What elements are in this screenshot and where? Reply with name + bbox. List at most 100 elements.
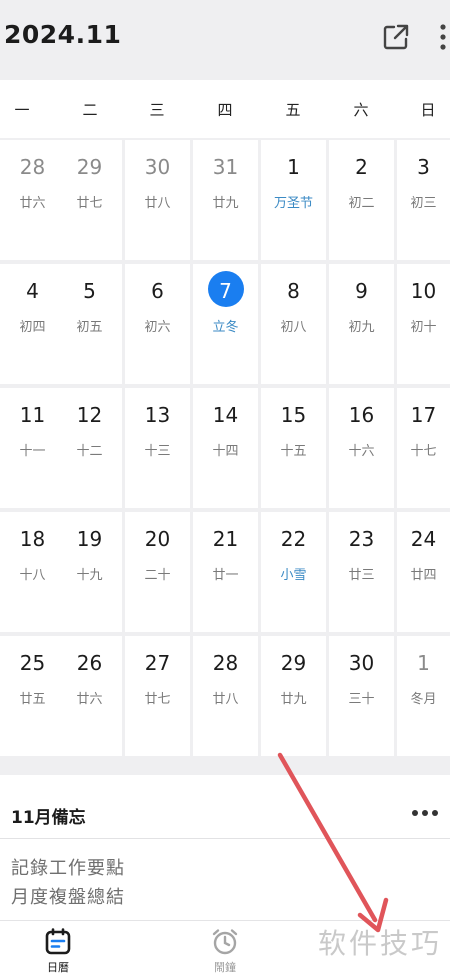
lunar-date: 十六 bbox=[348, 444, 375, 459]
calendar-icon bbox=[45, 928, 71, 955]
lunar-date: 廿三 bbox=[348, 568, 375, 583]
month-title[interactable]: 2024.11 bbox=[4, 20, 121, 49]
calendar-day[interactable]: 25 廿五 bbox=[0, 636, 65, 756]
calendar-day[interactable]: 12 十二 bbox=[57, 388, 122, 508]
calendar-day-today[interactable]: 7 立冬 bbox=[193, 264, 258, 384]
day-number: 6 bbox=[151, 279, 164, 303]
day-number: 16 bbox=[348, 403, 375, 427]
day-number: 29 bbox=[76, 155, 103, 179]
calendar-day[interactable]: 17 十七 bbox=[397, 388, 450, 508]
lunar-date: 廿九 bbox=[280, 692, 307, 707]
day-number: 29 bbox=[280, 651, 307, 675]
day-number: 3 bbox=[417, 155, 430, 179]
day-number: 23 bbox=[348, 527, 375, 551]
calendar-day[interactable]: 3 初三 bbox=[397, 140, 450, 260]
day-number: 11 bbox=[19, 403, 46, 427]
tab-calendar[interactable]: 日曆 bbox=[28, 927, 88, 974]
lunar-date: 廿八 bbox=[212, 692, 239, 707]
day-number: 2 bbox=[355, 155, 368, 179]
lunar-date: 十九 bbox=[76, 568, 103, 583]
calendar-day[interactable]: 19 十九 bbox=[57, 512, 122, 632]
calendar-day[interactable]: 1 冬月 bbox=[397, 636, 450, 756]
lunar-date: 廿八 bbox=[144, 196, 171, 211]
calendar-day[interactable]: 29 廿七 bbox=[57, 140, 122, 260]
day-number: 24 bbox=[410, 527, 437, 551]
calendar-day[interactable]: 18 十八 bbox=[0, 512, 65, 632]
calendar-day[interactable]: 13 十三 bbox=[125, 388, 190, 508]
external-link-icon[interactable] bbox=[381, 22, 411, 52]
lunar-date: 十五 bbox=[280, 444, 307, 459]
calendar-day[interactable]: 5 初五 bbox=[57, 264, 122, 384]
calendar-day[interactable]: 4 初四 bbox=[0, 264, 65, 384]
day-number: 19 bbox=[76, 527, 103, 551]
calendar-day[interactable]: 20 二十 bbox=[125, 512, 190, 632]
calendar-day[interactable]: 14 十四 bbox=[193, 388, 258, 508]
lunar-date: 廿七 bbox=[76, 196, 103, 211]
festival-label: 立冬 bbox=[212, 320, 239, 335]
watermark-text: 软件技巧 bbox=[318, 927, 443, 960]
calendar-day[interactable]: 31 廿九 bbox=[193, 140, 258, 260]
memo-line[interactable]: 月度複盤總結 bbox=[11, 883, 125, 909]
memo-line[interactable]: 記錄工作要點 bbox=[11, 854, 125, 880]
lunar-date: 初四 bbox=[19, 320, 46, 335]
calendar-day[interactable]: 22 小雪 bbox=[261, 512, 326, 632]
lunar-date: 十二 bbox=[76, 444, 103, 459]
lunar-date: 初九 bbox=[348, 320, 375, 335]
day-number: 28 bbox=[212, 651, 239, 675]
day-number: 30 bbox=[348, 651, 375, 675]
calendar-day[interactable]: 29 廿九 bbox=[261, 636, 326, 756]
lunar-date: 初六 bbox=[144, 320, 171, 335]
lunar-date: 十四 bbox=[212, 444, 239, 459]
day-number: 1 bbox=[417, 651, 430, 675]
calendar-day[interactable]: 11 十一 bbox=[0, 388, 65, 508]
alarm-clock-icon bbox=[212, 929, 238, 955]
calendar-day[interactable]: 9 初九 bbox=[329, 264, 394, 384]
calendar-day[interactable]: 30 三十 bbox=[329, 636, 394, 756]
calendar-day[interactable]: 28 廿八 bbox=[193, 636, 258, 756]
calendar-day[interactable]: 16 十六 bbox=[329, 388, 394, 508]
lunar-date: 廿五 bbox=[19, 692, 46, 707]
calendar-day[interactable]: 30 廿八 bbox=[125, 140, 190, 260]
month-grid: 28 廿六 29 廿七 30 廿八 31 廿九 1 万圣节 2 初二 3 初三 4 初四 5 初五 6 初六 7 立冬 8 初… bbox=[0, 140, 450, 764]
tab-calendar-label: 日曆 bbox=[47, 961, 69, 974]
tab-alarm[interactable]: 鬧鐘 bbox=[195, 927, 255, 974]
day-number: 15 bbox=[280, 403, 307, 427]
vertical-dots-icon[interactable] bbox=[436, 22, 450, 52]
lunar-date: 二十 bbox=[144, 568, 171, 583]
day-number: 10 bbox=[410, 279, 437, 303]
lunar-date: 初十 bbox=[410, 320, 437, 335]
calendar-day[interactable]: 24 廿四 bbox=[397, 512, 450, 632]
lunar-date: 廿四 bbox=[410, 568, 437, 583]
calendar-day[interactable]: 6 初六 bbox=[125, 264, 190, 384]
calendar-day[interactable]: 23 廿三 bbox=[329, 512, 394, 632]
day-number: 1 bbox=[287, 155, 300, 179]
lunar-date: 初三 bbox=[410, 196, 437, 211]
festival-label: 小雪 bbox=[280, 568, 307, 583]
day-number: 27 bbox=[144, 651, 171, 675]
calendar-day[interactable]: 28 廿六 bbox=[0, 140, 65, 260]
day-number: 26 bbox=[76, 651, 103, 675]
weekday-label: 二 bbox=[82, 101, 98, 119]
tab-alarm-label: 鬧鐘 bbox=[214, 961, 236, 974]
lunar-date: 三十 bbox=[348, 692, 375, 707]
festival-label: 万圣节 bbox=[273, 196, 313, 211]
calendar-day[interactable]: 15 十五 bbox=[261, 388, 326, 508]
calendar-header: 2024.11 bbox=[0, 0, 450, 80]
calendar-day[interactable]: 10 初十 bbox=[397, 264, 450, 384]
lunar-date: 十三 bbox=[144, 444, 171, 459]
lunar-date: 十一 bbox=[19, 444, 46, 459]
day-number: 21 bbox=[212, 527, 239, 551]
day-number: 14 bbox=[212, 403, 239, 427]
day-number: 22 bbox=[280, 527, 307, 551]
calendar-day[interactable]: 2 初二 bbox=[329, 140, 394, 260]
calendar-day[interactable]: 1 万圣节 bbox=[261, 140, 326, 260]
weekday-label: 四 bbox=[217, 101, 233, 119]
calendar-day[interactable]: 8 初八 bbox=[261, 264, 326, 384]
calendar-day[interactable]: 27 廿七 bbox=[125, 636, 190, 756]
calendar-day[interactable]: 21 廿一 bbox=[193, 512, 258, 632]
weekday-label: 五 bbox=[285, 101, 301, 119]
day-number: 4 bbox=[26, 279, 39, 303]
calendar-day[interactable]: 26 廿六 bbox=[57, 636, 122, 756]
horizontal-dots-icon[interactable] bbox=[410, 808, 440, 818]
lunar-date: 廿一 bbox=[212, 568, 239, 583]
